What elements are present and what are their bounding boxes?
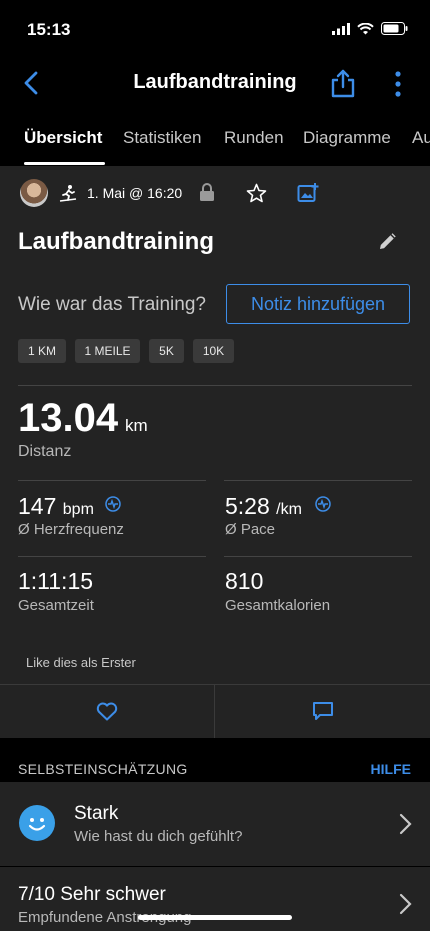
pace-sensor-icon[interactable]: [315, 496, 331, 512]
signal-icon: [332, 22, 350, 35]
more-vertical-icon[interactable]: [390, 70, 406, 98]
tab-laps[interactable]: Runden: [224, 128, 284, 148]
activity-meta-row: [20, 178, 78, 208]
total-time-value: 1:11:15: [18, 568, 94, 594]
active-tab-indicator: [24, 162, 105, 165]
like-button[interactable]: [0, 684, 214, 738]
star-icon[interactable]: [246, 183, 267, 203]
heart-rate-label: Ø Herzfrequenz: [18, 521, 124, 538]
tab-more-truncated[interactable]: Au: [412, 128, 430, 148]
divider: [18, 556, 206, 557]
distance-unit: km: [125, 416, 148, 435]
add-note-button[interactable]: Notiz hinzufügen: [226, 284, 410, 324]
effort-title: 7/10 Sehr schwer: [18, 884, 166, 905]
total-time-label: Gesamtzeit: [18, 597, 94, 614]
chevron-right-icon: [399, 813, 412, 835]
calories-label: Gesamtkalorien: [225, 597, 331, 614]
divider: [18, 385, 412, 386]
status-bar: 15:13: [0, 0, 430, 60]
divider: [224, 556, 412, 557]
help-link[interactable]: HILFE: [371, 761, 411, 777]
divider: [224, 480, 412, 481]
page-title: Laufbandtraining: [133, 71, 297, 93]
navigation-bar: Laufbandtraining: [0, 60, 430, 106]
calories-value: 810: [225, 568, 264, 594]
feeling-row[interactable]: Stark Wie hast du dich gefühlt?: [0, 782, 430, 866]
social-action-bar: [0, 684, 430, 738]
status-time: 15:13: [27, 20, 71, 39]
heart-rate-value: 147: [18, 493, 57, 519]
split-chip-5k[interactable]: 5K: [149, 339, 184, 363]
tab-charts[interactable]: Diagramme: [303, 128, 391, 148]
pace-value: 5:28: [225, 493, 270, 519]
heart-rate-unit: bpm: [62, 501, 94, 518]
effort-row[interactable]: 7/10 Sehr schwer Empfundene Anstrengung: [0, 867, 430, 931]
tab-overview[interactable]: Übersicht: [24, 128, 102, 148]
comment-icon: [312, 702, 333, 720]
activity-title: Laufbandtraining: [18, 228, 214, 255]
chevron-right-icon: [399, 893, 412, 915]
status-icons: [332, 22, 408, 35]
heart-icon: [96, 702, 118, 720]
activity-date: 1. Mai @ 16:20: [87, 185, 183, 201]
feeling-subtitle: Wie hast du dich gefühlt?: [74, 828, 243, 845]
distance-value: 13.04: [18, 396, 119, 440]
add-photo-icon[interactable]: [297, 182, 319, 203]
tab-statistics[interactable]: Statistiken: [123, 128, 201, 148]
heart-rate-sensor-icon[interactable]: [105, 496, 121, 512]
pace-label: Ø Pace: [225, 521, 276, 538]
self-evaluation-title: SELBSTEINSCHÄTZUNG: [18, 761, 188, 777]
edit-pencil-icon[interactable]: [377, 232, 397, 252]
split-chip-10k[interactable]: 10K: [193, 339, 234, 363]
smiley-face-icon: [19, 805, 55, 841]
distance-label: Distanz: [18, 443, 72, 460]
heart-rate-stat: 147 bpm: [18, 493, 94, 520]
battery-icon: [381, 22, 408, 35]
split-chip-1mile[interactable]: 1 MEILE: [75, 339, 140, 363]
pace-unit: /km: [276, 501, 302, 518]
wifi-icon: [357, 22, 374, 34]
divider: [18, 480, 206, 481]
lock-icon[interactable]: [199, 183, 215, 202]
pace-stat: 5:28 /km: [225, 493, 302, 520]
comment-button[interactable]: [215, 684, 430, 738]
tab-bar: Übersicht Statistiken Runden Diagramme A…: [0, 118, 430, 166]
training-question: Wie war das Training?: [18, 294, 206, 315]
treadmill-runner-icon: [59, 185, 77, 202]
home-indicator: [138, 915, 292, 920]
feeling-title: Stark: [74, 803, 119, 824]
avatar[interactable]: [20, 179, 48, 207]
like-prompt: Like dies als Erster: [26, 655, 136, 670]
split-chip-1km[interactable]: 1 KM: [18, 339, 66, 363]
self-evaluation-header: SELBSTEINSCHÄTZUNG HILFE: [0, 738, 430, 782]
share-icon[interactable]: [330, 68, 356, 98]
